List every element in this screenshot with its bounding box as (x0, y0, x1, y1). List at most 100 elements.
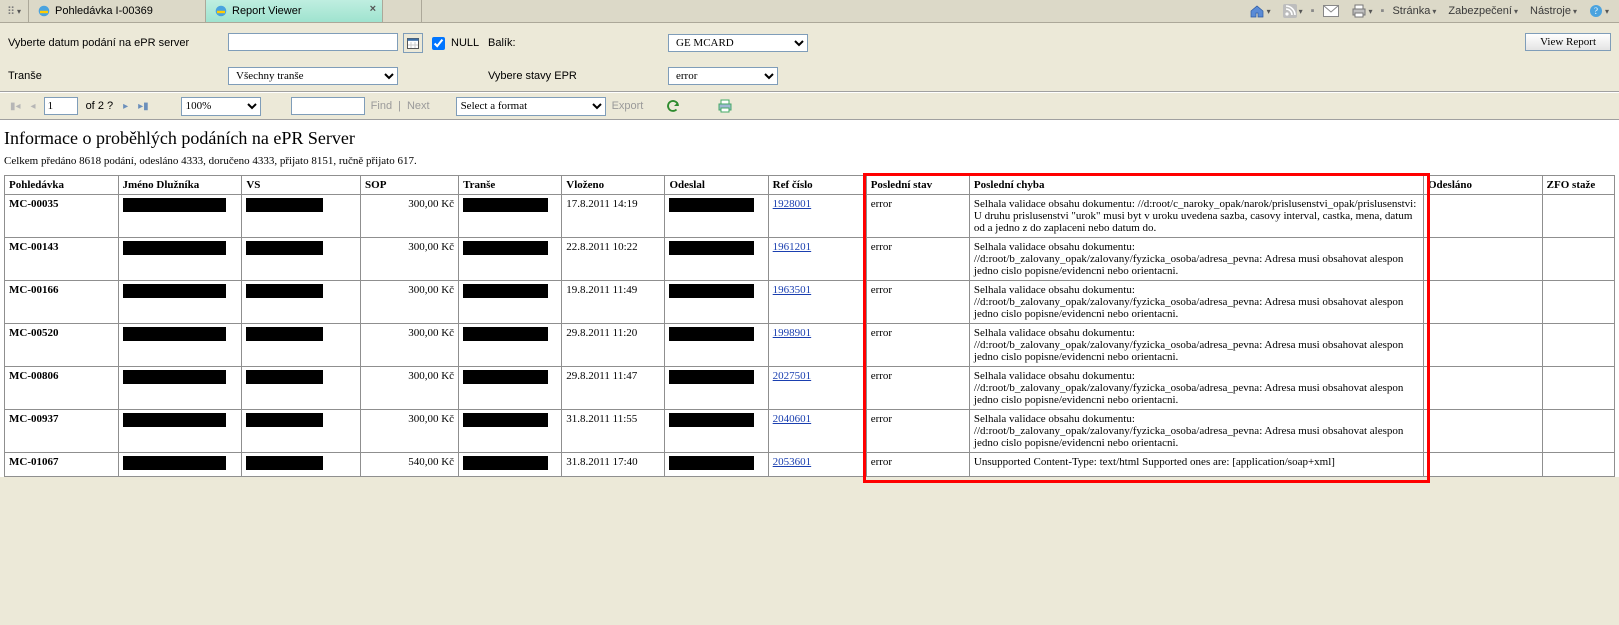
null-checkbox[interactable] (432, 37, 445, 50)
next-page-icon[interactable]: ▸ (121, 101, 130, 112)
find-next-link[interactable]: Next (407, 100, 430, 112)
current-page-input[interactable] (44, 97, 78, 115)
cell-vlozeno: 31.8.2011 11:55 (562, 410, 665, 453)
cell-chyba: Selhala validace obsahu dokumentu: //d:r… (969, 281, 1423, 324)
param-stavy-select[interactable]: error (668, 67, 778, 85)
param-date-input[interactable] (228, 33, 398, 51)
tools-menu[interactable]: Nástroje▾ (1526, 5, 1581, 17)
reportviewer-toolbar: ▮◂ ◂ of 2 ? ▸ ▸▮ 100% Find | Next Select… (0, 92, 1619, 120)
print-icon[interactable]: ▾ (1347, 4, 1377, 18)
cell-odeslal (665, 195, 768, 238)
cell-sop: 300,00 Kč (361, 367, 459, 410)
cell-vlozeno: 29.8.2011 11:47 (562, 367, 665, 410)
print-icon[interactable] (717, 98, 733, 114)
tab-pohledavka[interactable]: Pohledávka I-00369 (29, 0, 206, 22)
cell-odeslal (665, 453, 768, 477)
cell-stav: error (866, 324, 969, 367)
refresh-icon[interactable] (665, 98, 681, 114)
cell-odeslano (1424, 453, 1543, 477)
find-link[interactable]: Find (371, 100, 392, 112)
col-ref: Ref číslo (768, 176, 866, 195)
cell-odeslano (1424, 238, 1543, 281)
report-summary: Celkem předáno 8618 podání, odesláno 433… (4, 155, 1615, 167)
col-sop: SOP (361, 176, 459, 195)
tabstrip-grip-icon[interactable]: ⠿▾ (0, 0, 29, 22)
cell-ref-link[interactable]: 1928001 (768, 195, 866, 238)
cell-transe (459, 324, 562, 367)
new-tab-button[interactable] (383, 0, 422, 22)
cell-chyba: Selhala validace obsahu dokumentu: //d:r… (969, 324, 1423, 367)
cell-vlozeno: 19.8.2011 11:49 (562, 281, 665, 324)
cell-sop: 300,00 Kč (361, 281, 459, 324)
table-row: MC-00143300,00 Kč22.8.2011 10:221961201e… (5, 238, 1615, 281)
cell-jmeno (118, 281, 242, 324)
cell-sop: 540,00 Kč (361, 453, 459, 477)
zoom-select[interactable]: 100% (181, 97, 261, 116)
cell-ref-link[interactable]: 1998901 (768, 324, 866, 367)
cell-vs (242, 195, 361, 238)
cell-pohledavka: MC-00166 (5, 281, 119, 324)
table-row: MC-01067540,00 Kč31.8.2011 17:402053601e… (5, 453, 1615, 477)
param-transe-label: Tranše (8, 70, 228, 82)
first-page-icon[interactable]: ▮◂ (8, 101, 23, 112)
help-icon[interactable]: ?▾ (1585, 4, 1613, 18)
cell-ref-link[interactable]: 2053601 (768, 453, 866, 477)
cell-pohledavka: MC-00937 (5, 410, 119, 453)
cell-odeslano (1424, 324, 1543, 367)
cell-ref-link[interactable]: 2040601 (768, 410, 866, 453)
svg-text:?: ? (1594, 6, 1598, 16)
cell-zfo (1542, 281, 1614, 324)
cell-zfo (1542, 367, 1614, 410)
cell-sop: 300,00 Kč (361, 410, 459, 453)
feeds-icon[interactable]: ▾ (1279, 4, 1307, 18)
last-page-icon[interactable]: ▸▮ (136, 101, 151, 112)
cell-vs (242, 453, 361, 477)
find-input[interactable] (291, 97, 365, 115)
cell-jmeno (118, 324, 242, 367)
param-balik-label: Balík: (488, 37, 668, 49)
cell-odeslano (1424, 367, 1543, 410)
cell-pohledavka: MC-00035 (5, 195, 119, 238)
cell-zfo (1542, 195, 1614, 238)
table-row: MC-00806300,00 Kč29.8.2011 11:472027501e… (5, 367, 1615, 410)
cell-odeslal (665, 238, 768, 281)
report-table: Pohledávka Jméno Dlužníka VS SOP Tranše … (4, 175, 1615, 477)
export-format-select[interactable]: Select a format (456, 97, 606, 116)
view-report-button[interactable]: View Report (1525, 33, 1611, 51)
cell-sop: 300,00 Kč (361, 238, 459, 281)
cell-stav: error (866, 281, 969, 324)
cell-odeslano (1424, 281, 1543, 324)
cell-pohledavka: MC-00806 (5, 367, 119, 410)
param-transe-select[interactable]: Všechny tranše (228, 67, 398, 85)
param-null-checkbox[interactable]: NULL (428, 34, 488, 53)
cell-transe (459, 195, 562, 238)
cell-transe (459, 410, 562, 453)
tab-report-viewer[interactable]: Report Viewer × (206, 0, 383, 22)
ie-icon (214, 4, 228, 18)
page-menu[interactable]: Stránka▾ (1388, 5, 1440, 17)
mail-icon[interactable] (1319, 5, 1343, 17)
col-transe: Tranše (459, 176, 562, 195)
cell-pohledavka: MC-00520 (5, 324, 119, 367)
prev-page-icon[interactable]: ◂ (29, 101, 38, 112)
close-icon[interactable]: × (370, 3, 376, 15)
col-vlozeno: Vloženo (562, 176, 665, 195)
col-vs: VS (242, 176, 361, 195)
calendar-icon[interactable] (403, 33, 423, 53)
cell-odeslal (665, 281, 768, 324)
cell-vlozeno: 22.8.2011 10:22 (562, 238, 665, 281)
cell-ref-link[interactable]: 2027501 (768, 367, 866, 410)
col-odeslano: Odesláno (1424, 176, 1543, 195)
cell-pohledavka: MC-00143 (5, 238, 119, 281)
of-label: of 2 ? (84, 100, 116, 112)
cell-odeslano (1424, 195, 1543, 238)
home-icon[interactable]: ▾ (1245, 3, 1275, 19)
param-balik-select[interactable]: GE MCARD (668, 34, 808, 52)
cell-chyba: Selhala validace obsahu dokumentu: //d:r… (969, 367, 1423, 410)
security-menu[interactable]: Zabezpečení▾ (1444, 5, 1522, 17)
export-link[interactable]: Export (612, 100, 644, 112)
cell-ref-link[interactable]: 1961201 (768, 238, 866, 281)
cell-transe (459, 453, 562, 477)
cell-odeslal (665, 367, 768, 410)
cell-ref-link[interactable]: 1963501 (768, 281, 866, 324)
